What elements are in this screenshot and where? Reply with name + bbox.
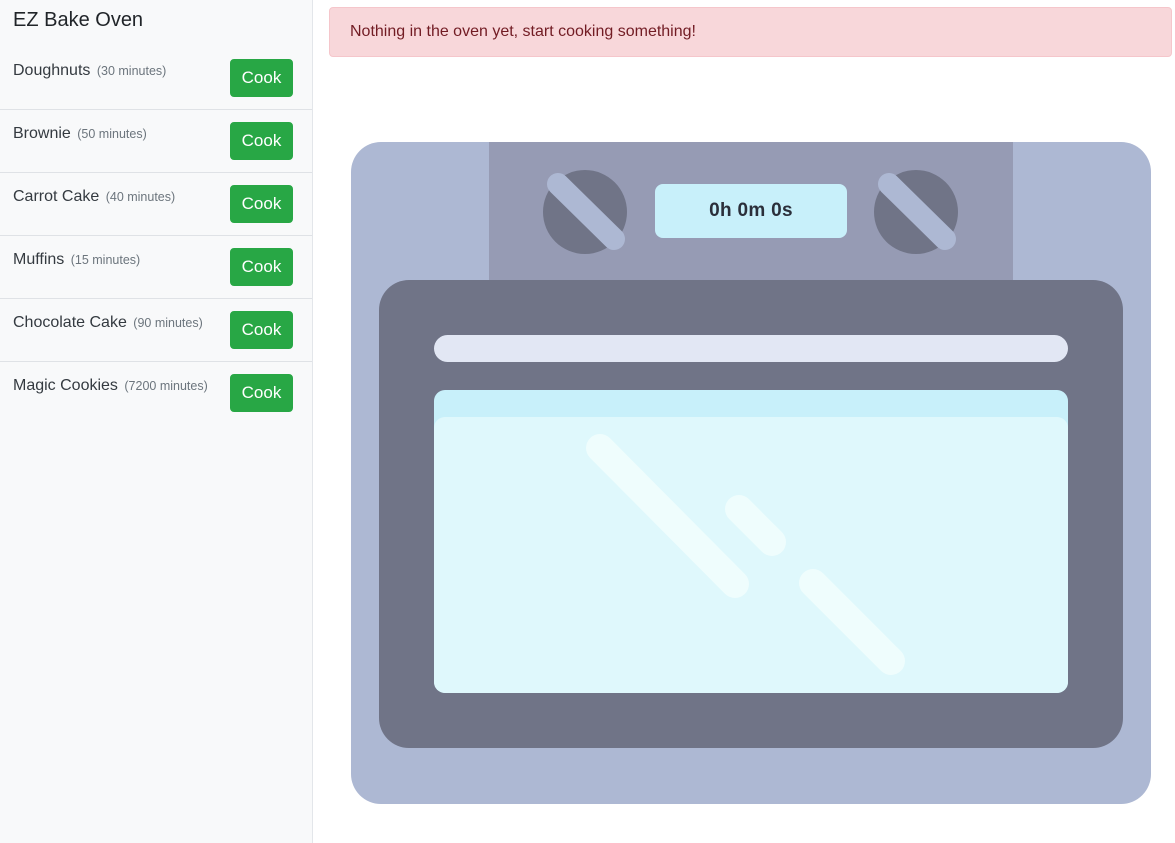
timer-readout: 0h 0m 0s	[709, 200, 793, 221]
oven-handle	[434, 335, 1068, 362]
list-item-doughnuts: Doughnuts (30 minutes) Cook	[0, 47, 312, 110]
item-duration: (7200 minutes)	[124, 379, 208, 393]
item-duration: (50 minutes)	[77, 127, 147, 141]
cook-button-chocolate-cake[interactable]: Cook	[230, 311, 293, 349]
oven-illustration	[351, 142, 1151, 804]
app-title: EZ Bake Oven	[13, 9, 144, 31]
item-name: Brownie	[13, 125, 71, 142]
oven-window	[434, 417, 1068, 693]
cook-button-muffins[interactable]: Cook	[230, 248, 293, 286]
item-duration: (90 minutes)	[133, 316, 203, 330]
cook-button-carrot-cake[interactable]: Cook	[230, 185, 293, 223]
item-name: Doughnuts	[13, 62, 91, 79]
cook-button-brownie[interactable]: Cook	[230, 122, 293, 160]
cook-button-magic-cookies[interactable]: Cook	[230, 374, 293, 412]
item-duration: (30 minutes)	[96, 64, 167, 78]
item-duration: (15 minutes)	[70, 253, 141, 267]
item-name: Carrot Cake	[13, 188, 100, 205]
item-name: Chocolate Cake	[13, 314, 127, 331]
item-name: Muffins	[13, 251, 65, 268]
status-alert: Nothing in the oven yet, start cooking s…	[329, 7, 1172, 57]
left-knob-icon	[543, 170, 627, 254]
sidebar: EZ Bake Oven Doughnuts (30 minutes) Cook…	[0, 0, 313, 843]
app-root: EZ Bake Oven Doughnuts (30 minutes) Cook…	[0, 0, 1175, 843]
list-item-muffins: Muffins (15 minutes) Cook	[0, 236, 312, 299]
list-item-carrot-cake: Carrot Cake (40 minutes) Cook	[0, 173, 312, 236]
list-item-magic-cookies: Magic Cookies (7200 minutes) Cook	[0, 362, 312, 425]
item-duration: (40 minutes)	[105, 190, 176, 204]
cook-button-doughnuts[interactable]: Cook	[230, 59, 293, 97]
list-item-chocolate-cake: Chocolate Cake (90 minutes) Cook	[0, 299, 312, 362]
right-knob-icon	[874, 170, 958, 254]
list-item-brownie: Brownie (50 minutes) Cook	[0, 110, 312, 173]
item-name: Magic Cookies	[13, 377, 118, 394]
